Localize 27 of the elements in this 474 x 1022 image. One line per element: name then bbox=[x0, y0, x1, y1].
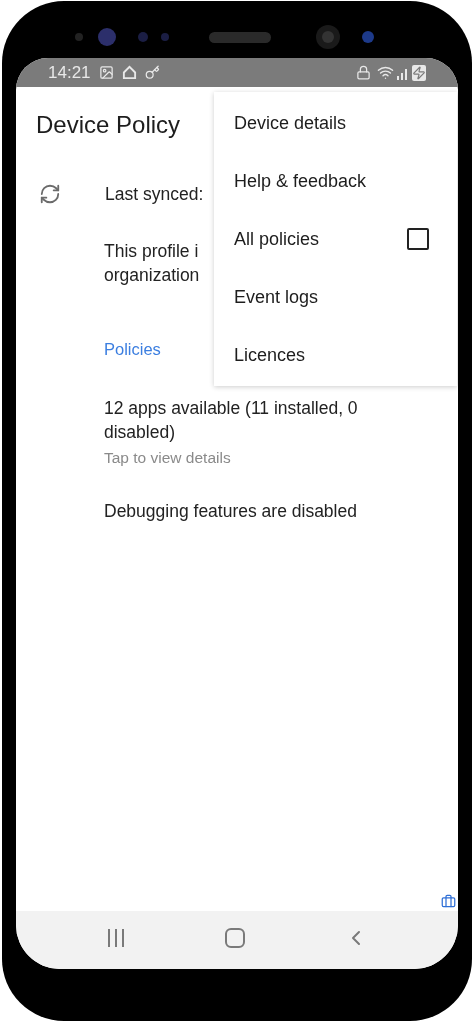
sync-status: Last synced: bbox=[105, 183, 204, 206]
lock-icon bbox=[356, 65, 371, 80]
profile-note: This profile i organization bbox=[104, 240, 200, 288]
menu-item[interactable]: Licences bbox=[214, 326, 457, 384]
camera-icon bbox=[72, 25, 172, 49]
section-header: Policies bbox=[104, 339, 161, 361]
home-icon[interactable] bbox=[225, 928, 245, 948]
app-title: Device Policy bbox=[36, 110, 181, 140]
policy-subtitle: Tap to view details bbox=[104, 448, 231, 468]
policy-title[interactable]: Debugging features are disabled bbox=[104, 499, 424, 524]
status-time: 14:21 bbox=[48, 61, 91, 84]
camera-icon bbox=[315, 24, 375, 50]
house-icon bbox=[121, 65, 137, 80]
key-icon bbox=[144, 65, 160, 80]
wifi-icon bbox=[377, 64, 394, 81]
briefcase-icon bbox=[441, 894, 456, 909]
menu-item[interactable]: Event logs bbox=[214, 268, 457, 326]
menu-item[interactable]: Help & feedback bbox=[214, 152, 457, 210]
image-icon bbox=[98, 65, 114, 80]
battery-icon bbox=[412, 64, 426, 81]
policy-title[interactable]: 12 apps available (11 installed, 0 disabled) bbox=[104, 396, 424, 444]
sync-icon bbox=[39, 183, 61, 206]
recent-apps-icon[interactable] bbox=[105, 929, 126, 947]
checkbox[interactable] bbox=[407, 228, 429, 250]
menu-item[interactable]: All policies bbox=[214, 210, 457, 268]
menu-item[interactable]: Device details bbox=[214, 94, 457, 152]
speaker-grille bbox=[209, 32, 271, 43]
